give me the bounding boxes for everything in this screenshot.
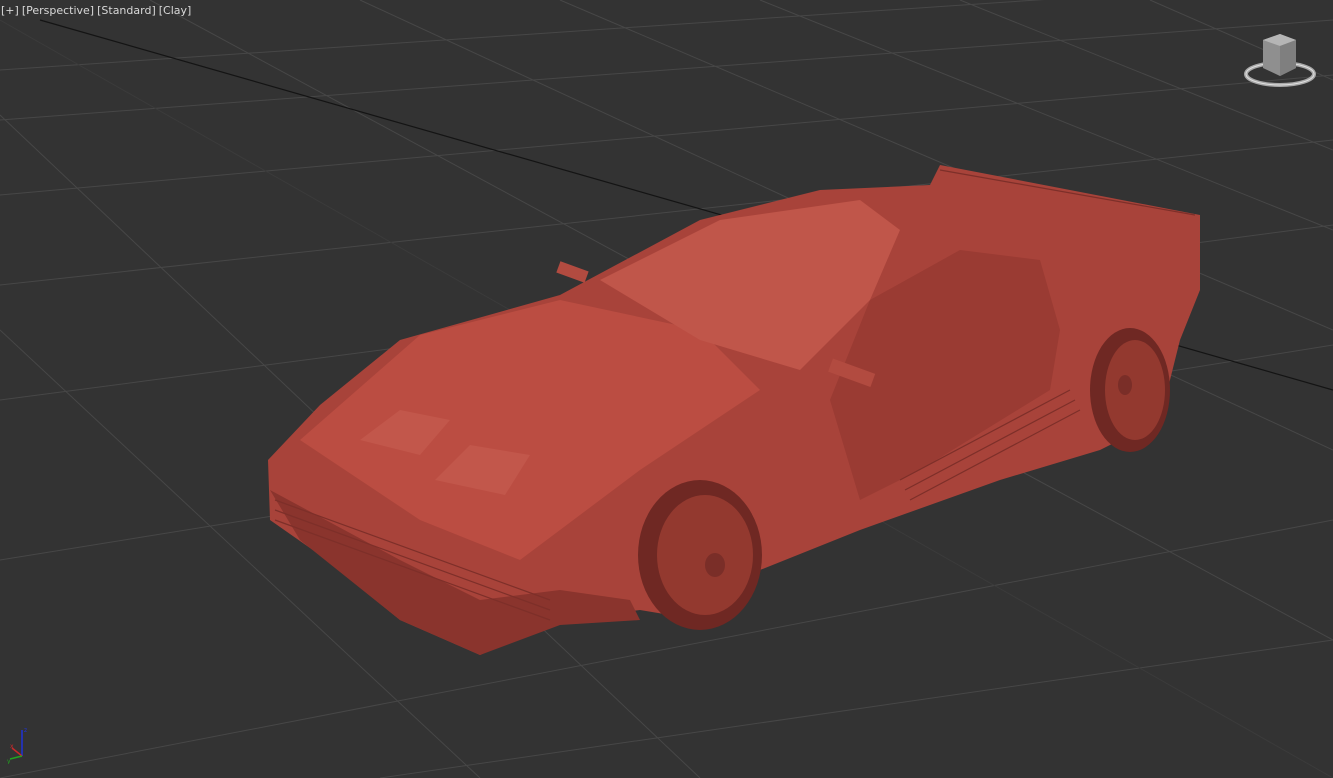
viewport-point-of-view-menu[interactable]: [Perspective] — [22, 4, 94, 17]
svg-text:y: y — [7, 758, 11, 764]
viewport-label-menu: [+] [Perspective] [Standard] [Clay] — [1, 4, 191, 17]
front-wheel — [638, 480, 762, 630]
viewport-general-menu[interactable]: [+] — [1, 4, 19, 17]
svg-text:z: z — [24, 727, 27, 734]
viewcube-icon[interactable] — [1240, 30, 1320, 92]
perspective-viewport[interactable] — [0, 0, 1333, 778]
viewport-shading-mode-menu[interactable]: [Clay] — [159, 4, 192, 17]
left-mirror — [556, 261, 589, 283]
rear-wheel — [1090, 328, 1170, 452]
axis-tripod-icon: z x y — [7, 727, 27, 764]
viewport-shading-standard-menu[interactable]: [Standard] — [97, 4, 156, 17]
car-model[interactable] — [268, 165, 1200, 655]
svg-text:x: x — [10, 743, 14, 750]
